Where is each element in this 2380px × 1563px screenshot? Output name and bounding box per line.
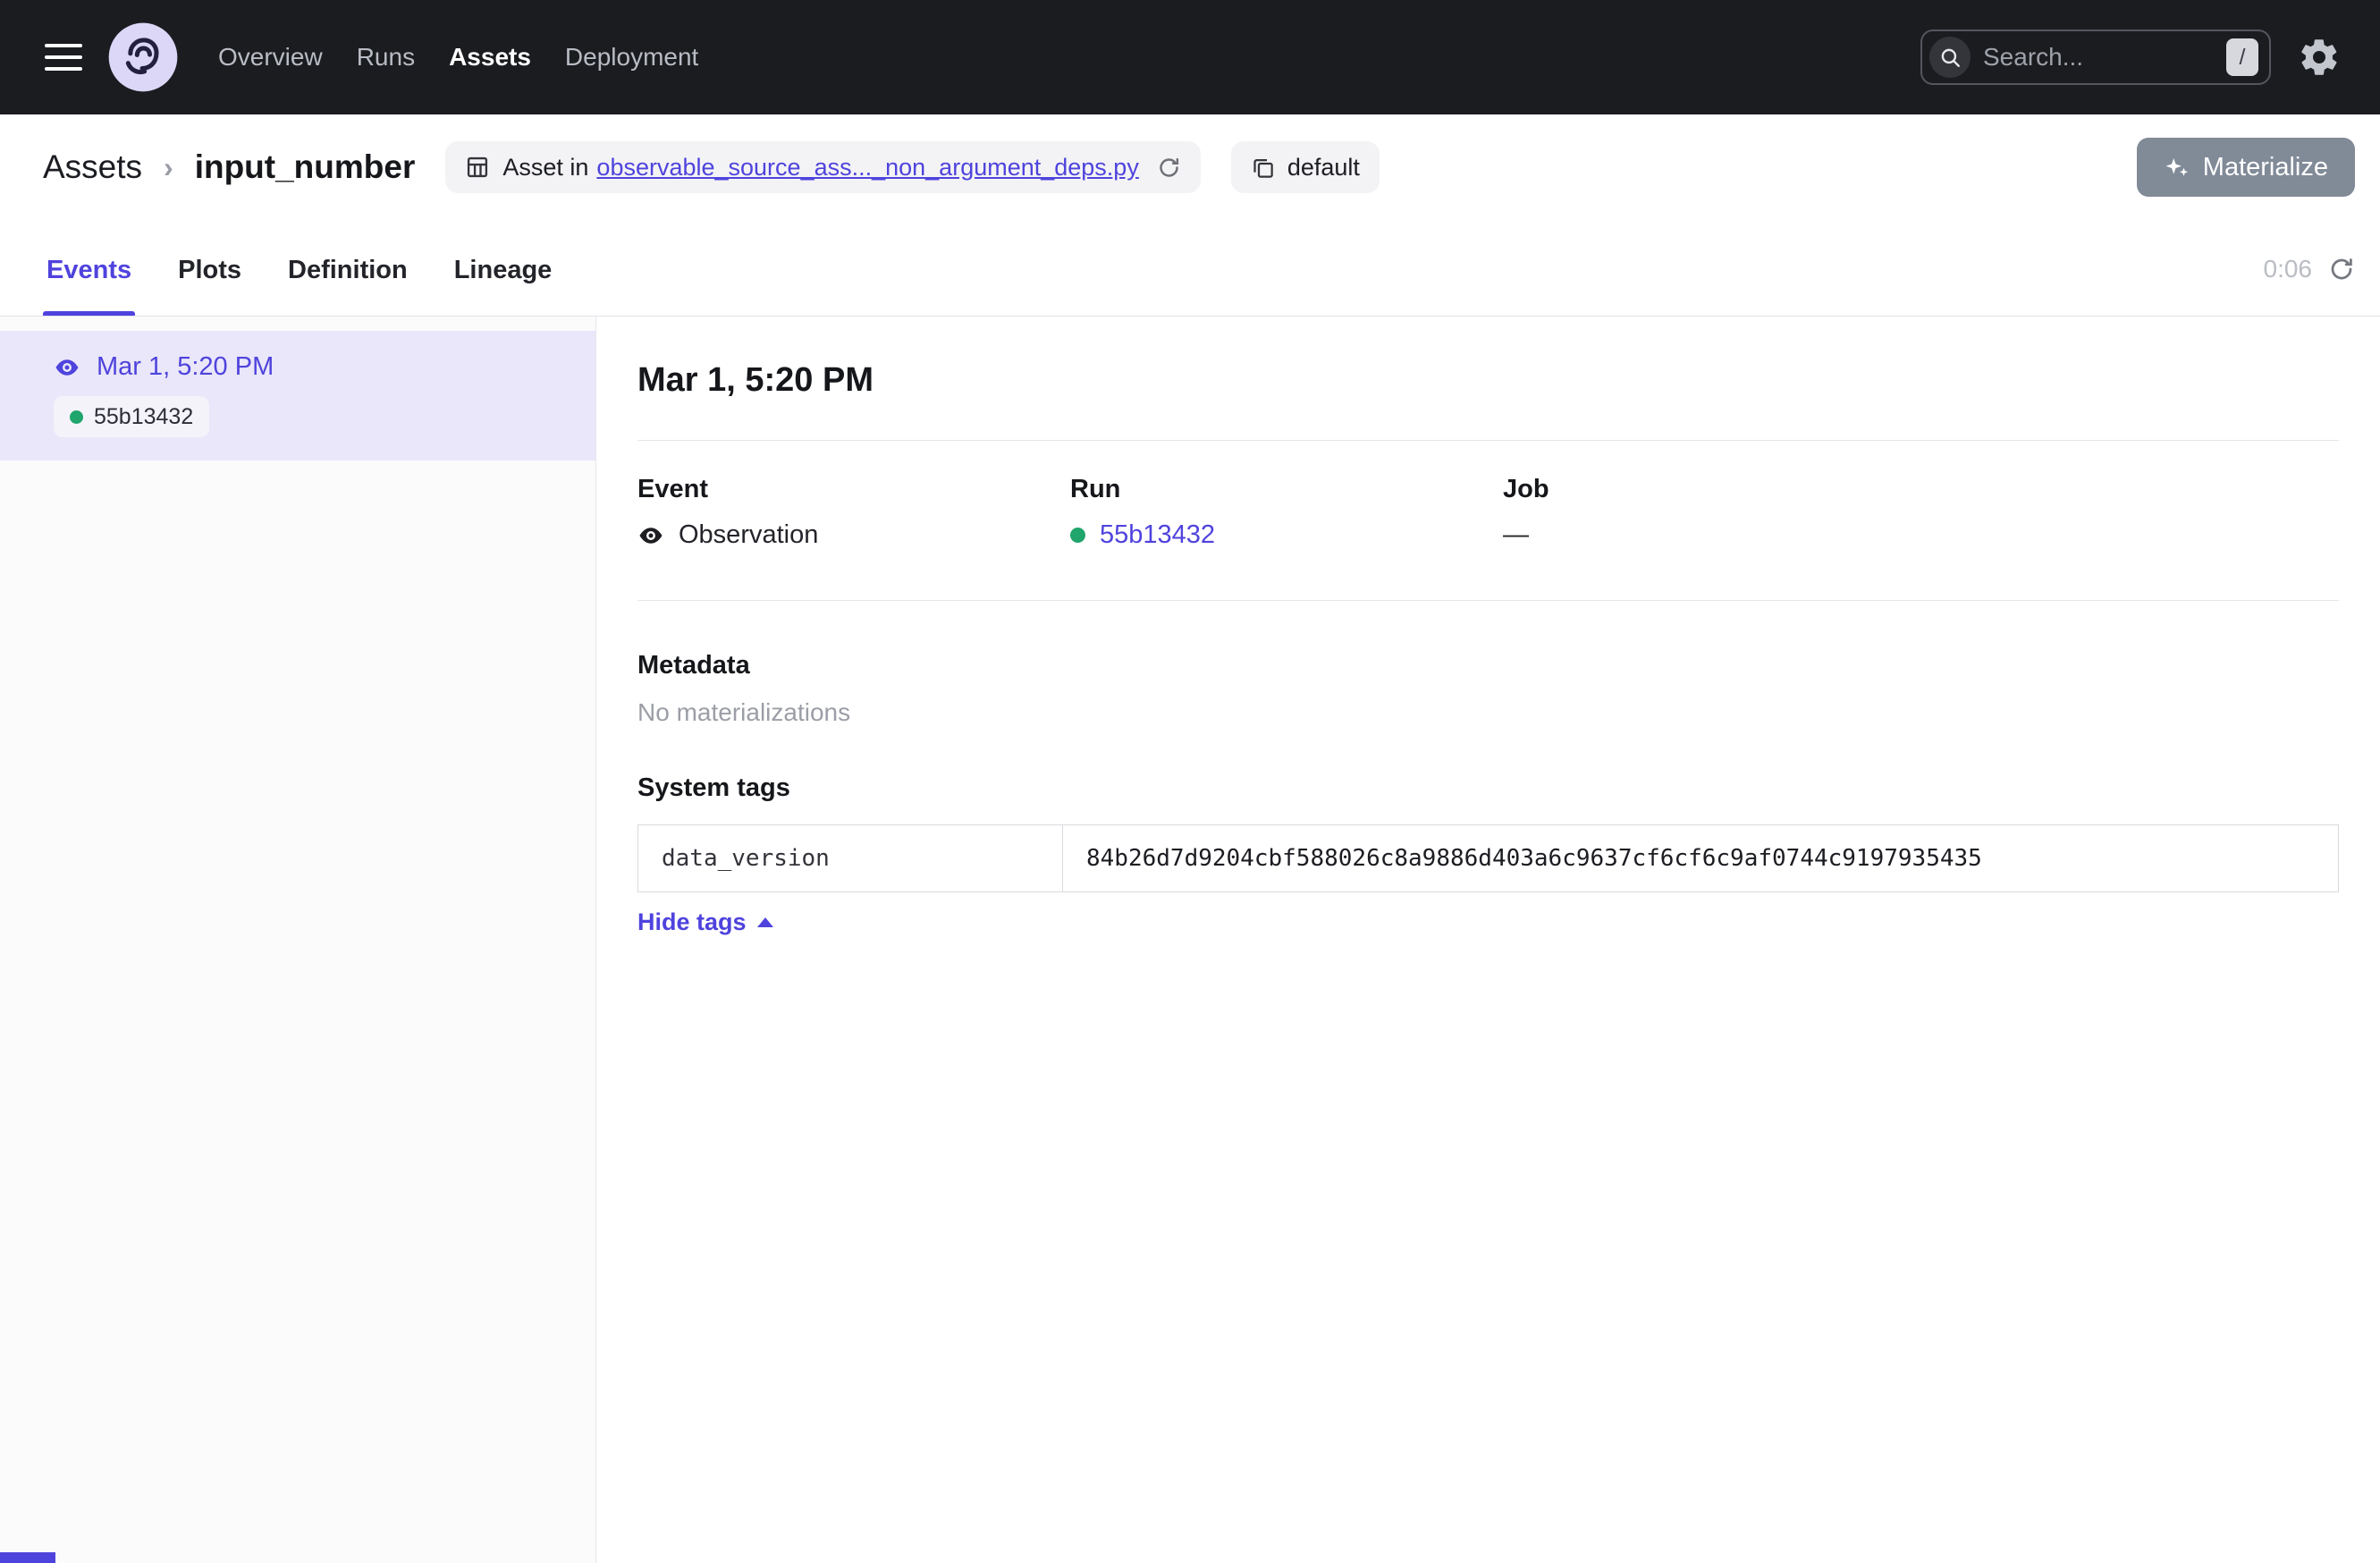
refresh-icon[interactable]: [2328, 256, 2355, 283]
materialize-label: Materialize: [2203, 153, 2328, 182]
repo-icon: [1251, 156, 1275, 180]
nav-item-runs[interactable]: Runs: [357, 43, 415, 72]
event-column-label: Event: [637, 475, 1070, 504]
repo-pill: default: [1231, 141, 1380, 193]
hide-tags-button[interactable]: Hide tags: [637, 908, 773, 936]
run-id-chip-label: 55b13432: [94, 404, 193, 430]
event-detail-panel: Mar 1, 5:20 PM Event Observation Run: [596, 317, 2380, 1563]
nav-item-deployment[interactable]: Deployment: [565, 43, 698, 72]
nav-item-assets[interactable]: Assets: [449, 43, 531, 72]
nav-item-overview[interactable]: Overview: [218, 43, 323, 72]
event-type-value: Observation: [679, 520, 818, 550]
system-tags-heading: System tags: [637, 773, 2339, 803]
gear-icon[interactable]: [2298, 36, 2341, 79]
run-id-chip[interactable]: 55b13432: [54, 396, 209, 437]
content-area: Mar 1, 5:20 PM 55b13432 Mar 1, 5:20 PM E…: [0, 317, 2380, 1563]
chevron-right-icon: ›: [164, 151, 173, 184]
breadcrumb-assets-link[interactable]: Assets: [43, 148, 142, 186]
system-tags-table: data_version 84b26d7d9204cbf588026c8a988…: [637, 824, 2339, 892]
search-input[interactable]: [1983, 43, 2214, 72]
search-shortcut-key: /: [2226, 38, 2258, 76]
tab-plots[interactable]: Plots: [174, 256, 245, 316]
tag-value-cell: 84b26d7d9204cbf588026c8a9886d403a6c9637c…: [1063, 825, 2338, 891]
run-status-dot: [1070, 528, 1085, 543]
bottom-left-accent-bar: [0, 1552, 55, 1563]
reload-definition-icon[interactable]: [1157, 156, 1181, 180]
tab-lineage[interactable]: Lineage: [451, 256, 556, 316]
metadata-empty-state: No materializations: [637, 698, 2339, 727]
table-icon: [465, 155, 490, 180]
run-status-dot: [70, 410, 83, 424]
asset-file-link[interactable]: observable_source_ass..._non_argument_de…: [596, 154, 1138, 182]
divider: [637, 600, 2339, 601]
event-column: Event Observation: [637, 475, 1070, 550]
eye-icon: [637, 522, 664, 549]
dagster-logo-icon[interactable]: [107, 21, 179, 93]
refresh-timer: 0:06: [2264, 255, 2313, 283]
search-box[interactable]: /: [1920, 30, 2271, 85]
metadata-heading: Metadata: [637, 651, 2339, 680]
job-column: Job —: [1503, 475, 2339, 550]
tab-events[interactable]: Events: [43, 256, 135, 316]
sparkle-icon: [2164, 154, 2190, 181]
hide-tags-label: Hide tags: [637, 908, 747, 936]
run-id-link[interactable]: 55b13432: [1100, 520, 1215, 550]
tabs: Events Plots Definition Lineage 0:06: [43, 255, 2355, 316]
event-timestamp: Mar 1, 5:20 PM: [97, 352, 274, 382]
caret-up-icon: [757, 917, 773, 927]
event-summary: Event Observation Run 55b13432: [637, 441, 2339, 550]
menu-icon[interactable]: [39, 38, 88, 76]
event-detail-title: Mar 1, 5:20 PM: [637, 359, 2339, 401]
tab-definition[interactable]: Definition: [284, 256, 411, 316]
run-column: Run 55b13432: [1070, 475, 1503, 550]
run-column-label: Run: [1070, 475, 1503, 504]
search-icon[interactable]: [1929, 37, 1971, 78]
events-sidebar: Mar 1, 5:20 PM 55b13432: [0, 317, 596, 1563]
tag-key-cell: data_version: [638, 825, 1063, 891]
page-title: input_number: [195, 148, 416, 186]
page-header: Assets › input_number Asset in observabl…: [0, 114, 2380, 317]
breadcrumb: Assets › input_number Asset in observabl…: [43, 136, 2355, 199]
materialize-button[interactable]: Materialize: [2137, 138, 2355, 197]
top-navbar: Overview Runs Assets Deployment /: [0, 0, 2380, 114]
event-list-item-selected[interactable]: Mar 1, 5:20 PM 55b13432: [0, 331, 595, 460]
job-column-label: Job: [1503, 475, 2339, 504]
job-empty-value: —: [1503, 520, 1529, 550]
eye-icon: [54, 354, 80, 381]
repo-default-link[interactable]: default: [1287, 154, 1360, 182]
asset-definition-pill: Asset in observable_source_ass..._non_ar…: [445, 141, 1200, 193]
primary-nav: Overview Runs Assets Deployment: [218, 43, 698, 72]
asset-in-label: Asset in: [502, 154, 588, 182]
